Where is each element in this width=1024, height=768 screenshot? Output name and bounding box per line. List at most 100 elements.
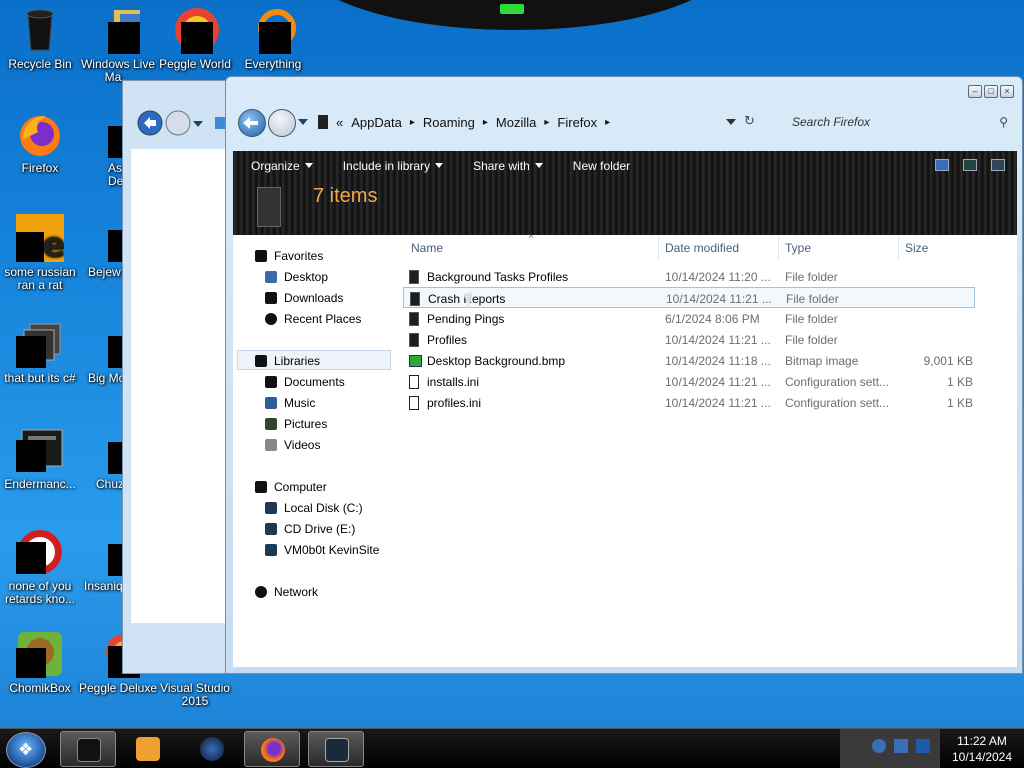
column-divider[interactable] xyxy=(658,237,659,259)
folder-icon xyxy=(409,312,419,326)
nav-documents[interactable]: Documents xyxy=(265,375,345,389)
file-date: 10/14/2024 11:21 ... xyxy=(665,396,771,410)
nav-favorites[interactable]: Favorites xyxy=(255,249,323,263)
new-folder-button[interactable]: New folder xyxy=(573,159,630,173)
nav-computer[interactable]: Computer xyxy=(255,480,327,494)
nav-recent-places[interactable]: Recent Places xyxy=(265,312,361,326)
tray-icon[interactable] xyxy=(894,739,908,753)
nav-network[interactable]: Network xyxy=(255,585,318,599)
recent-pages-dropdown[interactable] xyxy=(298,119,308,130)
file-date: 10/14/2024 11:21 ... xyxy=(665,375,771,389)
nav-desktop[interactable]: Desktop xyxy=(265,270,328,284)
desktop-icon-chomikbox[interactable]: ChomikBox xyxy=(0,630,80,695)
breadcrumb-separator[interactable]: ▸ xyxy=(483,117,488,128)
tray-icon[interactable] xyxy=(916,739,930,753)
preview-pane-icon[interactable] xyxy=(963,159,977,171)
file-row[interactable]: profiles.ini 10/14/2024 11:21 ... Config… xyxy=(403,392,975,413)
forward-button[interactable] xyxy=(268,109,296,137)
desktop-icon-none-of-you[interactable]: none of you retards kno... xyxy=(0,528,80,606)
desktop-icon-recycle-bin[interactable]: Recycle Bin xyxy=(0,6,80,71)
share-with-label: Share with xyxy=(473,159,530,173)
column-header-type[interactable]: Type xyxy=(785,241,811,255)
taskbar-globe-button[interactable] xyxy=(184,731,240,767)
shortcut-icon xyxy=(16,320,64,368)
firefox-icon xyxy=(261,738,285,762)
wallpaper-led xyxy=(500,4,524,14)
column-divider[interactable] xyxy=(898,237,899,259)
change-view-icon[interactable] xyxy=(935,159,949,171)
column-header-date-modified[interactable]: Date modified xyxy=(665,241,739,255)
desktop-icon-that-but-its-csharp[interactable]: that but its c# xyxy=(0,320,80,385)
file-row[interactable]: Desktop Background.bmp 10/14/2024 11:18 … xyxy=(403,350,975,371)
address-overflow[interactable]: « xyxy=(336,115,343,130)
breadcrumb-firefox[interactable]: Firefox xyxy=(557,115,597,130)
desktop-icon-endermanch[interactable]: Endermanc... xyxy=(0,426,80,491)
desktop-icon-everything[interactable]: Everything xyxy=(233,6,313,71)
start-button[interactable] xyxy=(6,732,46,768)
desktop-icon-some-russian[interactable]: e some russian ran a rat xyxy=(0,214,80,292)
nav-label: Downloads xyxy=(284,291,344,305)
share-with-menu[interactable]: Share with xyxy=(473,159,543,173)
close-button[interactable]: × xyxy=(1000,85,1014,98)
nav-local-disk[interactable]: Local Disk (C:) xyxy=(265,501,363,515)
breadcrumb-appdata[interactable]: AppData xyxy=(351,115,402,130)
desktop-icon-label: Everything xyxy=(244,57,302,71)
breadcrumb-separator[interactable]: ▸ xyxy=(605,117,610,128)
nav-vm-site[interactable]: VM0b0t KevinSite xyxy=(265,543,379,557)
nav-label: Documents xyxy=(284,375,345,389)
taskbar-clock[interactable]: 11:22 AM 10/14/2024 xyxy=(940,733,1024,765)
bitmap-image-icon xyxy=(409,355,422,367)
column-header-name[interactable]: Name xyxy=(411,241,443,255)
music-icon xyxy=(265,397,277,409)
globe-icon xyxy=(200,737,224,761)
taskbar-window-button[interactable] xyxy=(308,731,364,767)
desktop-icon-windows-live[interactable]: Windows Live Ma... xyxy=(78,6,158,84)
back-button[interactable] xyxy=(238,109,266,137)
breadcrumb-separator[interactable]: ▸ xyxy=(544,117,549,128)
refresh-icon[interactable]: ↻ xyxy=(744,113,755,129)
include-in-library-menu[interactable]: Include in library xyxy=(343,159,444,173)
taskbar-media-player-button[interactable] xyxy=(120,731,176,767)
column-header-size[interactable]: Size xyxy=(905,241,928,255)
nav-pictures[interactable]: Pictures xyxy=(265,417,327,431)
search-icon[interactable]: ⚲ xyxy=(999,109,1008,135)
address-bar[interactable]: « AppData ▸ Roaming ▸ Mozilla ▸ Firefox … xyxy=(308,109,768,135)
help-icon[interactable] xyxy=(991,159,1005,171)
computer-icon xyxy=(255,481,267,493)
nav-downloads[interactable]: Downloads xyxy=(265,291,343,305)
file-name: Desktop Background.bmp xyxy=(427,354,566,368)
file-row[interactable]: Profiles 10/14/2024 11:21 ... File folde… xyxy=(403,329,975,350)
disk-icon xyxy=(265,502,277,514)
organize-menu[interactable]: Organize xyxy=(251,159,313,173)
desktop-icon-firefox[interactable]: Firefox xyxy=(0,110,80,175)
nav-videos[interactable]: Videos xyxy=(265,438,320,452)
shortcut-icon: e xyxy=(16,214,65,265)
nav-cd-drive[interactable]: CD Drive (E:) xyxy=(265,522,355,536)
tray-icon[interactable] xyxy=(872,739,886,753)
breadcrumb-mozilla[interactable]: Mozilla xyxy=(496,115,536,130)
explorer-window[interactable]: – □ × « AppData ▸ Roaming ▸ Mozilla ▸ Fi… xyxy=(225,76,1023,674)
nav-libraries[interactable]: Libraries xyxy=(255,354,320,368)
file-row[interactable]: Pending Pings 6/1/2024 8:06 PM File fold… xyxy=(403,308,975,329)
taskbar-explorer-button[interactable] xyxy=(60,731,116,767)
navigation-pane: Favorites Desktop Downloads Recent Place… xyxy=(233,235,393,667)
shortcut-icon xyxy=(16,528,64,576)
taskbar-firefox-button[interactable] xyxy=(244,731,300,767)
file-row[interactable]: Background Tasks Profiles 10/14/2024 11:… xyxy=(403,266,975,287)
breadcrumb-roaming[interactable]: Roaming xyxy=(423,115,475,130)
file-row[interactable]: installs.ini 10/14/2024 11:21 ... Config… xyxy=(403,371,975,392)
nav-music[interactable]: Music xyxy=(265,396,315,410)
desktop-icon-label: Firefox xyxy=(21,161,59,175)
file-date: 10/14/2024 11:21 ... xyxy=(665,333,771,347)
file-size: 1 KB xyxy=(946,375,973,389)
search-input[interactable]: Search Firefox ⚲ xyxy=(780,109,1016,135)
desktop-icon xyxy=(265,271,277,283)
address-dropdown[interactable] xyxy=(726,119,736,130)
desktop-icon-peggle-world[interactable]: Peggle World xyxy=(155,6,235,71)
shortcut-icon xyxy=(94,6,142,54)
file-row-selected[interactable]: Crash Reports 10/14/2024 11:21 ... File … xyxy=(403,287,975,308)
maximize-button[interactable]: □ xyxy=(984,85,998,98)
column-divider[interactable] xyxy=(778,237,779,259)
breadcrumb-separator[interactable]: ▸ xyxy=(410,117,415,128)
minimize-button[interactable]: – xyxy=(968,85,982,98)
